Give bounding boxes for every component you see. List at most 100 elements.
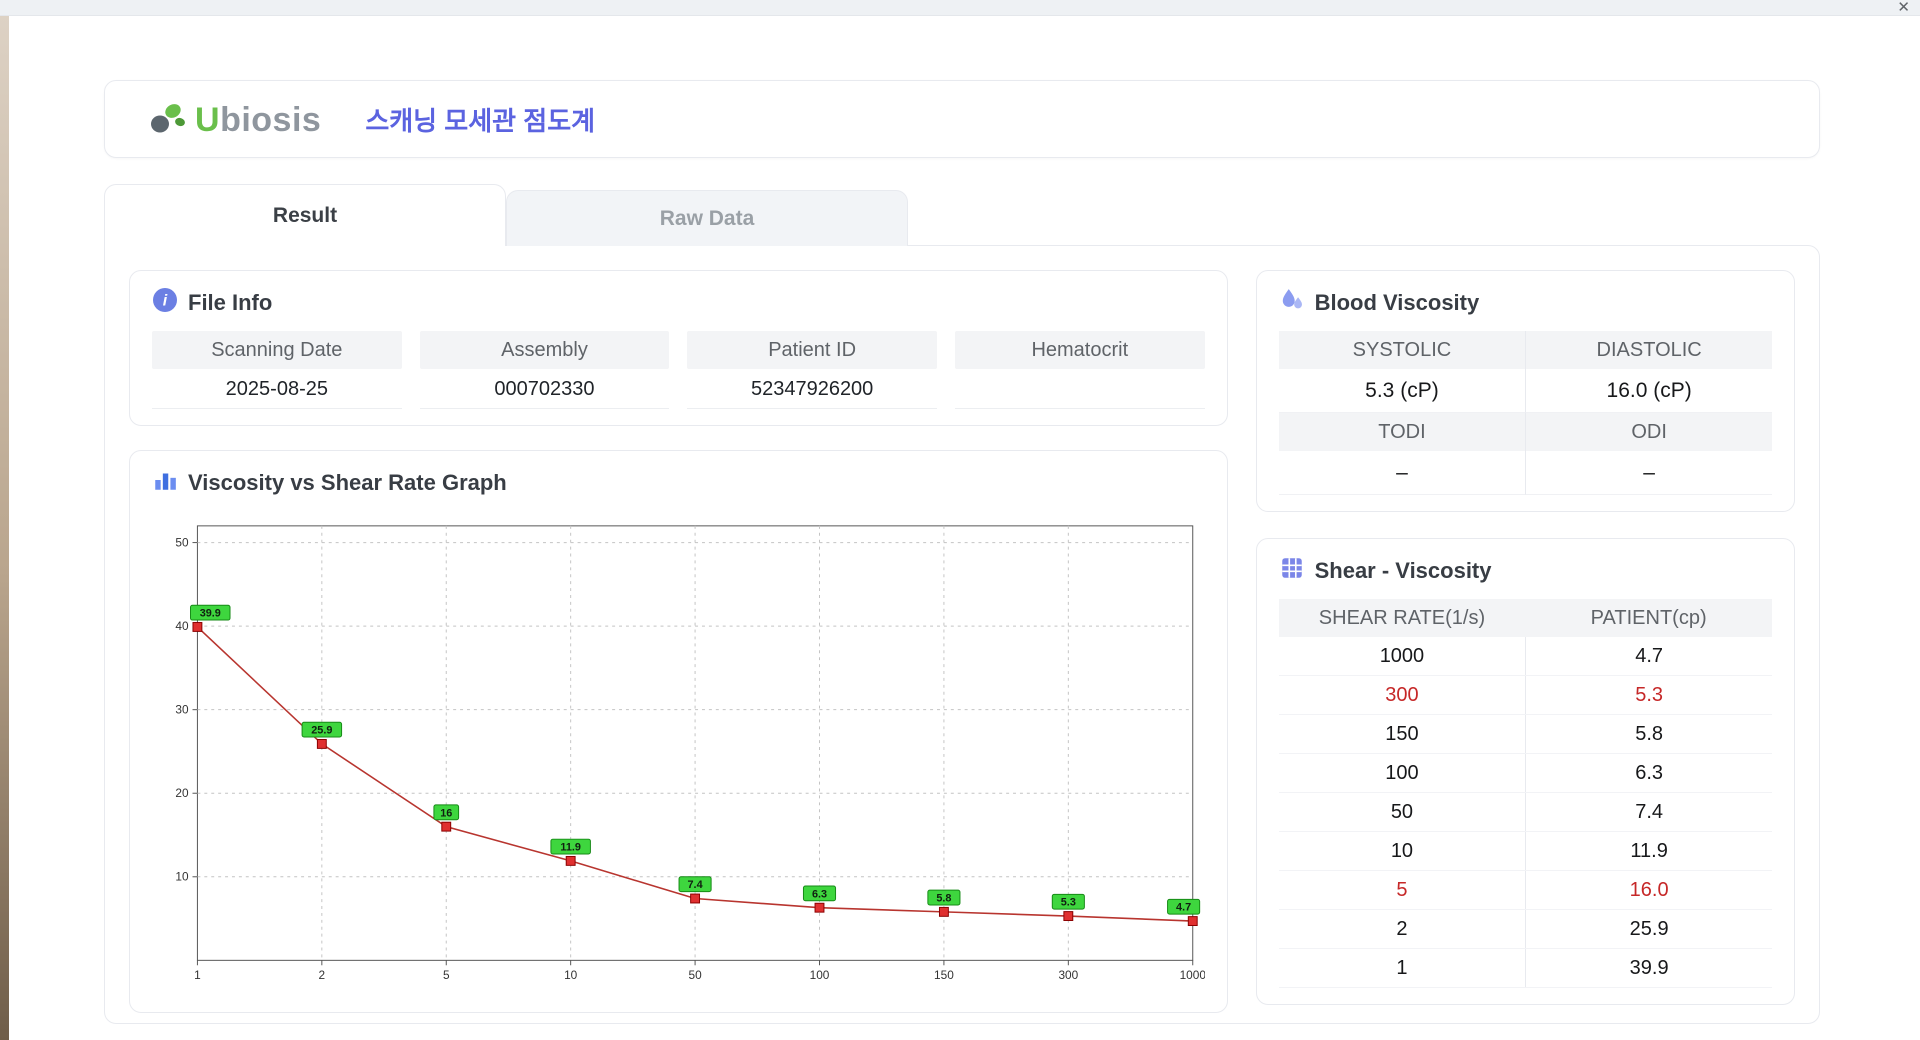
svg-text:1000: 1000 <box>1180 968 1205 982</box>
svg-text:i: i <box>163 293 168 310</box>
svg-text:16: 16 <box>440 807 452 819</box>
table-row: 5 16.0 <box>1278 871 1772 910</box>
svg-text:5.8: 5.8 <box>936 893 951 905</box>
field-label: Assembly <box>419 331 670 369</box>
bar-chart-icon <box>152 467 178 498</box>
bv-value-cell: 16.0 (cP) <box>1525 369 1772 413</box>
tab-result[interactable]: Result <box>104 184 506 246</box>
window-title-bar: ✕ <box>0 0 1920 16</box>
app-header: Ubiosis 스캐닝 모세관 점도계 <box>104 80 1820 158</box>
svg-text:20: 20 <box>175 786 189 800</box>
file-info-fields: Scanning Date 2025-08-25 Assembly 000702… <box>152 331 1205 409</box>
graph-title: Viscosity vs Shear Rate Graph <box>188 469 507 495</box>
shear-viscosity-title: Shear - Viscosity <box>1314 557 1492 583</box>
field-value <box>954 369 1205 409</box>
field-label: Hematocrit <box>954 331 1205 369</box>
file-info-card: i File Info Scanning Date 2025-08-25 Ass… <box>129 270 1228 426</box>
bv-header-cell: DIASTOLIC <box>1525 331 1772 369</box>
table-row: 100 6.3 <box>1278 754 1772 793</box>
leaf-logo-icon <box>147 99 189 140</box>
patient-value-cell: 5.8 <box>1525 715 1772 753</box>
bv-header-cell: SYSTOLIC <box>1278 331 1526 369</box>
shear-rate-cell: 10 <box>1390 840 1414 862</box>
svg-text:50: 50 <box>175 536 189 550</box>
file-info-field: Scanning Date 2025-08-25 <box>152 331 402 409</box>
patient-value-cell: 25.9 <box>1525 910 1772 948</box>
svg-text:300: 300 <box>1058 968 1078 982</box>
bv-value-cell: 5.3 (cP) <box>1278 369 1526 413</box>
graph-header: Viscosity vs Shear Rate Graph <box>152 467 1205 498</box>
shear-rate-cell: 1 <box>1396 957 1408 979</box>
shear-table-body: 1000 4.7 300 5.3 150 5.8 100 6.3 50 7.4 … <box>1278 637 1772 988</box>
patient-value-cell: 5.3 <box>1525 676 1772 714</box>
patient-value-cell: 4.7 <box>1525 637 1772 675</box>
svg-text:100: 100 <box>810 968 830 982</box>
patient-value-cell: 16.0 <box>1525 871 1772 909</box>
file-info-title: File Info <box>188 289 273 315</box>
shear-rate-cell: 2 <box>1396 918 1408 940</box>
shear-table-header: SHEAR RATE(1/s) PATIENT(cp) <box>1278 599 1772 637</box>
svg-text:39.9: 39.9 <box>200 608 221 620</box>
left-column: i File Info Scanning Date 2025-08-25 Ass… <box>129 270 1228 1013</box>
bv-header-cell: TODI <box>1278 413 1526 451</box>
file-info-field: Hematocrit <box>954 331 1205 409</box>
svg-text:5.3: 5.3 <box>1061 897 1076 909</box>
blood-viscosity-card: Blood Viscosity SYSTOLIC DIASTOLIC 5.3 (… <box>1255 270 1795 512</box>
table-row: 10 11.9 <box>1278 832 1772 871</box>
droplet-icon <box>1279 287 1305 318</box>
svg-text:10: 10 <box>564 968 578 982</box>
app-root: Ubiosis 스캐닝 모세관 점도계 Result Raw Data i Fi… <box>104 80 1820 1024</box>
blood-viscosity-header: Blood Viscosity <box>1279 287 1772 318</box>
field-value: 000702330 <box>419 369 670 409</box>
graph-card: Viscosity vs Shear Rate Graph 10 20 30 40 50… <box>129 450 1228 1013</box>
result-panel: i File Info Scanning Date 2025-08-25 Ass… <box>104 245 1820 1024</box>
page-title: 스캐닝 모세관 점도계 <box>365 105 596 136</box>
shear-rate-cell: 100 <box>1385 762 1419 784</box>
bv-value-cell: – <box>1278 451 1526 495</box>
field-label: Patient ID <box>687 331 937 369</box>
field-value: 52347926200 <box>687 369 937 409</box>
file-info-field: Assembly 000702330 <box>419 331 670 409</box>
svg-text:4.7: 4.7 <box>1176 902 1191 914</box>
svg-text:10: 10 <box>175 870 189 884</box>
column-header-shear-rate: SHEAR RATE(1/s) <box>1318 607 1486 629</box>
svg-text:2: 2 <box>319 968 326 982</box>
svg-text:50: 50 <box>688 968 702 982</box>
svg-text:1: 1 <box>194 968 201 982</box>
shear-rate-cell: 150 <box>1385 723 1419 745</box>
shear-rate-cell: 5 <box>1396 879 1408 901</box>
field-value: 2025-08-25 <box>152 369 402 409</box>
window-close-button[interactable]: ✕ <box>1897 0 1910 17</box>
table-row: 50 7.4 <box>1278 793 1772 832</box>
right-column: Blood Viscosity SYSTOLIC DIASTOLIC 5.3 (… <box>1255 270 1795 1005</box>
column-header-patient: PATIENT(cp) <box>1590 607 1707 629</box>
shear-viscosity-header: Shear - Viscosity <box>1279 555 1772 586</box>
shear-rate-cell: 1000 <box>1379 645 1425 667</box>
patient-value-cell: 6.3 <box>1525 754 1772 792</box>
svg-text:5: 5 <box>443 968 450 982</box>
file-info-header: i File Info <box>152 287 1205 318</box>
svg-text:25.9: 25.9 <box>311 725 332 737</box>
tab-raw-data[interactable]: Raw Data <box>506 190 908 246</box>
shear-viscosity-card: Shear - Viscosity SHEAR RATE(1/s) PATIEN… <box>1255 538 1795 1005</box>
svg-text:30: 30 <box>175 703 189 717</box>
shear-rate-cell: 300 <box>1385 684 1419 706</box>
blood-viscosity-grid: SYSTOLIC DIASTOLIC 5.3 (cP) 16.0 (cP) TOD… <box>1278 331 1772 495</box>
brand-logo: Ubiosis <box>147 99 321 140</box>
svg-text:11.9: 11.9 <box>560 842 581 854</box>
window-left-edge <box>0 0 9 1040</box>
patient-value-cell: 11.9 <box>1525 832 1772 870</box>
svg-text:6.3: 6.3 <box>812 888 827 900</box>
table-row: 300 5.3 <box>1278 676 1772 715</box>
blood-viscosity-title: Blood Viscosity <box>1314 289 1480 315</box>
shear-rate-cell: 50 <box>1390 801 1414 823</box>
patient-value-cell: 39.9 <box>1525 949 1772 987</box>
table-row: 2 25.9 <box>1278 910 1772 949</box>
patient-value-cell: 7.4 <box>1525 793 1772 831</box>
bv-value-cell: – <box>1525 451 1772 495</box>
field-label: Scanning Date <box>152 331 402 369</box>
table-row: 1 39.9 <box>1278 949 1772 988</box>
tab-bar: Result Raw Data <box>104 184 1820 246</box>
file-info-field: Patient ID 52347926200 <box>687 331 937 409</box>
table-row: 150 5.8 <box>1278 715 1772 754</box>
